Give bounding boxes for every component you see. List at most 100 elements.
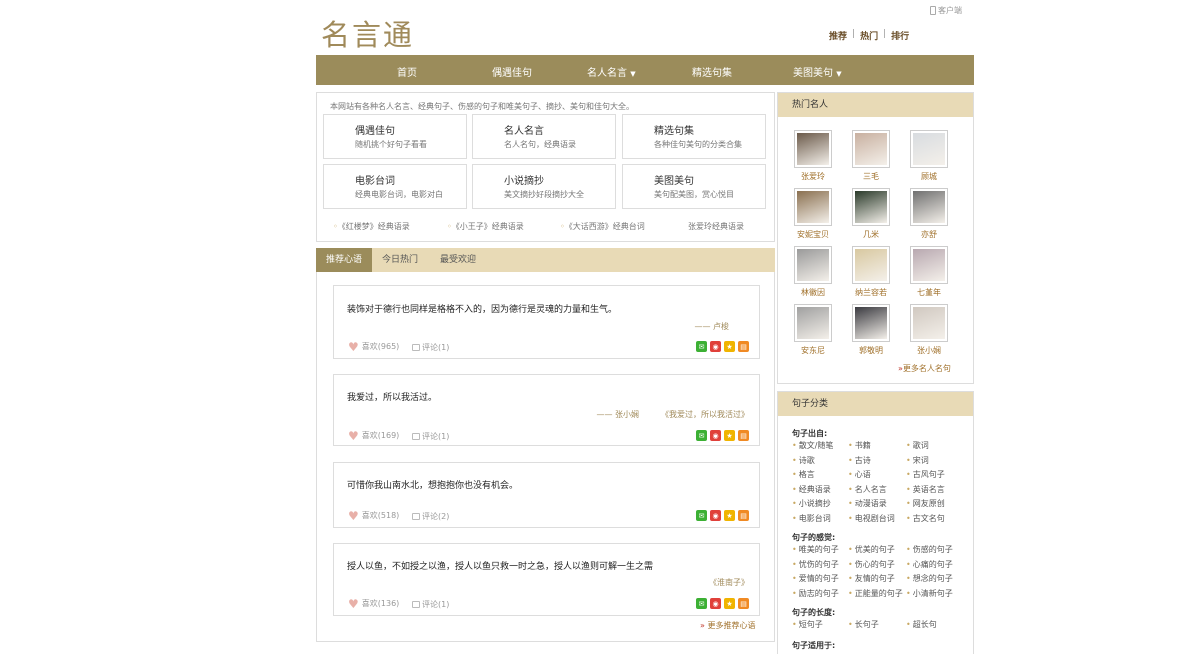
category-movie[interactable]: 电影台词 经典电影台词，电影对白 [323,164,467,209]
category-link[interactable]: • 格言 [792,469,815,480]
quote-text[interactable]: 我爱过，所以我活过。 [347,390,437,403]
person-card[interactable]: 顾城 [910,130,948,182]
top-nav-rank[interactable]: 排行 [891,29,909,42]
category-link[interactable]: • 正能量的句子 [848,588,903,599]
main-nav-pictures[interactable]: 美图美句 ▼ [793,64,842,79]
category-link[interactable]: • 伤感的句子 [906,544,953,555]
top-nav-recommend[interactable]: 推荐 [829,29,847,42]
quick-link-prince[interactable]: ◦《小王子》经典语录 [447,221,524,232]
like-button[interactable]: ♥ 喜欢(136) [348,598,399,610]
qzone-star-icon[interactable]: ★ [724,430,735,441]
tab-today-hot[interactable]: 今日热门 [374,248,426,272]
main-nav-home[interactable]: 首页 [397,64,417,79]
person-card[interactable]: 张爱玲 [794,130,832,182]
quote-source[interactable]: 《淮南子》 [709,577,749,588]
person-card[interactable]: 张小娴 [910,304,948,356]
category-link[interactable]: • 短句子 [792,619,823,630]
qzone-star-icon[interactable]: ★ [724,510,735,521]
comment-button[interactable]: 评论(1) [412,599,449,610]
wechat-icon[interactable]: ✉ [696,430,707,441]
qzone-star-icon[interactable]: ★ [724,341,735,352]
more-quotes-link[interactable]: » 更多推荐心语 [700,620,755,631]
quote-author[interactable]: —— 张小娴 [596,409,639,420]
category-link[interactable]: • 友情的句子 [848,573,895,584]
quote-source[interactable]: 《我爱过，所以我活过》 [661,409,749,420]
category-link[interactable]: • 名人名言 [848,484,887,495]
category-link[interactable]: • 超长句 [906,619,937,630]
tab-most-liked[interactable]: 最受欢迎 [430,248,486,272]
category-link[interactable]: • 书籍 [848,440,871,451]
category-collections[interactable]: 精选句集 各种佳句美句的分类合集 [622,114,766,159]
like-button[interactable]: ♥ 喜欢(518) [348,510,399,522]
category-link[interactable]: • 小说摘抄 [792,498,831,509]
category-link[interactable]: • 歌词 [906,440,929,451]
category-link[interactable]: • 爱情的句子 [792,573,839,584]
person-card[interactable]: 安东尼 [794,304,832,356]
category-link[interactable]: • 想念的句子 [906,573,953,584]
quote-text[interactable]: 可惜你我山南水北，想抱抱你也没有机会。 [347,478,518,491]
category-famous[interactable]: 名人名言 名人名句，经典语录 [472,114,616,159]
category-link[interactable]: • 网友原创 [906,498,945,509]
wechat-icon[interactable]: ✉ [696,341,707,352]
weibo-icon[interactable]: ◉ [710,430,721,441]
main-nav-collections[interactable]: 精选句集 [692,64,732,79]
quick-link-dahua[interactable]: ◦《大话西游》经典台词 [560,221,645,232]
category-link[interactable]: • 小清新句子 [906,588,953,599]
category-link[interactable]: • 动漫语录 [848,498,887,509]
category-link[interactable]: • 伤心的句子 [848,559,895,570]
quick-link-zhangailing[interactable]: 张爱玲经典语录 [688,221,744,232]
category-link[interactable]: • 古文名句 [906,513,945,524]
quote-author[interactable]: —— 卢梭 [694,321,729,332]
person-card[interactable]: 林徽因 [794,246,832,298]
category-random[interactable]: 偶遇佳句 随机挑个好句子看看 [323,114,467,159]
weibo-icon[interactable]: ◉ [710,341,721,352]
category-link[interactable]: • 电影台词 [792,513,831,524]
qzone-star-icon[interactable]: ★ [724,598,735,609]
share-more-icon[interactable]: ▤ [738,341,749,352]
category-link[interactable]: • 英语名言 [906,484,945,495]
tab-recommended[interactable]: 推荐心语 [316,248,372,272]
share-more-icon[interactable]: ▤ [738,510,749,521]
category-link[interactable]: • 宋词 [906,455,929,466]
person-card[interactable]: 几米 [852,188,890,240]
client-download-link[interactable]: 客户端 [930,5,962,16]
person-card[interactable]: 安妮宝贝 [794,188,832,240]
category-link[interactable]: • 唯美的句子 [792,544,839,555]
category-link[interactable]: • 散文/随笔 [792,440,833,451]
wechat-icon[interactable]: ✉ [696,510,707,521]
share-more-icon[interactable]: ▤ [738,430,749,441]
category-link[interactable]: • 古诗 [848,455,871,466]
category-link[interactable]: • 诗歌 [792,455,815,466]
category-link[interactable]: • 忧伤的句子 [792,559,839,570]
comment-button[interactable]: 评论(1) [412,431,449,442]
person-card[interactable]: 亦舒 [910,188,948,240]
like-button[interactable]: ♥ 喜欢(965) [348,341,399,353]
category-link[interactable]: • 心痛的句子 [906,559,953,570]
weibo-icon[interactable]: ◉ [710,510,721,521]
category-pictures[interactable]: 美图美句 美句配美图，赏心悦目 [622,164,766,209]
category-link[interactable]: • 古风句子 [906,469,945,480]
comment-button[interactable]: 评论(1) [412,342,449,353]
quote-text[interactable]: 装饰对于德行也同样是格格不入的，因为德行是灵魂的力量和生气。 [347,302,617,315]
category-link[interactable]: • 长句子 [848,619,879,630]
site-logo[interactable]: 名言通 [321,12,414,54]
wechat-icon[interactable]: ✉ [696,598,707,609]
person-card[interactable]: 三毛 [852,130,890,182]
main-nav-random[interactable]: 偶遇佳句 [492,64,532,79]
person-card[interactable]: 七堇年 [910,246,948,298]
quick-link-honglou[interactable]: ◦《红楼梦》经典语录 [333,221,410,232]
main-nav-famous[interactable]: 名人名言 ▼ [587,64,636,79]
top-nav-hot[interactable]: 热门 [860,29,878,42]
category-novel[interactable]: 小说摘抄 美文摘抄好段摘抄大全 [472,164,616,209]
person-card[interactable]: 郭敬明 [852,304,890,356]
more-people-link[interactable]: »更多名人名句 [898,363,951,374]
weibo-icon[interactable]: ◉ [710,598,721,609]
person-card[interactable]: 纳兰容若 [852,246,890,298]
quote-text[interactable]: 授人以鱼，不如授之以渔，授人以鱼只救一时之急，授人以渔则可解一生之需 [347,559,653,572]
category-link[interactable]: • 经典语录 [792,484,831,495]
category-link[interactable]: • 心语 [848,469,871,480]
category-link[interactable]: • 电视剧台词 [848,513,895,524]
category-link[interactable]: • 优美的句子 [848,544,895,555]
share-more-icon[interactable]: ▤ [738,598,749,609]
like-button[interactable]: ♥ 喜欢(169) [348,430,399,442]
